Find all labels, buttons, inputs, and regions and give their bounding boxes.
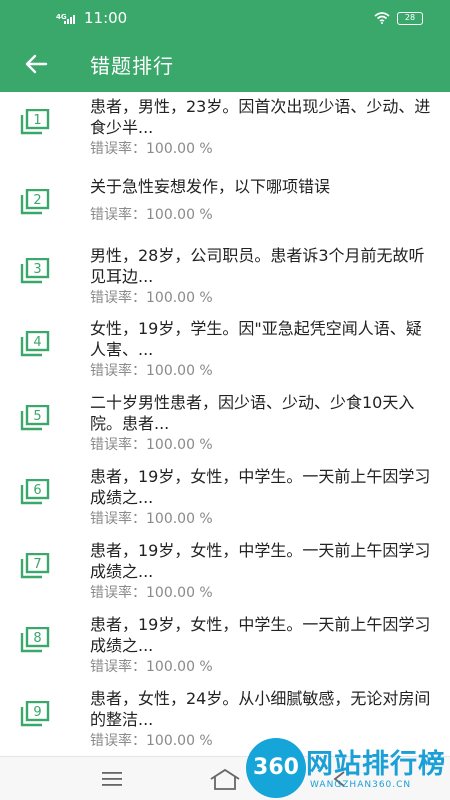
list-item[interactable]: 8 患者，19岁，女性，中学生。一天前上午因学习成绩之... 错误率：100.00 … [0,612,450,686]
item-number: 2 [33,193,41,208]
error-rate: 错误率：100.00 % [90,659,213,675]
signal-icon [64,15,75,24]
item-number: 7 [33,557,41,572]
list-item[interactable]: 1 患者，男性，23岁。因首次出现少语、少动、进食少半... 错误率：100.00 … [0,94,450,168]
watermark-logo: 360 网站排行榜 WANGZHAN360.CN [246,736,450,800]
item-number: 9 [33,705,41,720]
numbered-stack-icon: 4 [20,331,50,357]
error-rate: 错误率：100.00 % [90,585,213,601]
wifi-icon [374,12,390,24]
error-rate: 错误率：100.00 % [90,141,213,157]
error-rate: 错误率：100.00 % [90,207,213,223]
battery-indicator: 28 [397,12,423,25]
question-text: 患者，男性，23岁。因首次出现少语、少动、进食少半... [90,97,431,137]
numbered-stack-icon: 7 [20,553,50,579]
list-item[interactable]: 2 关于急性妄想发作，以下哪项错误 错误率：100.00 % [0,170,450,244]
numbered-stack-icon: 8 [20,627,50,653]
numbered-stack-icon: 2 [20,189,50,215]
wrong-question-list: 1 患者，男性，23岁。因首次出现少语、少动、进食少半... 错误率：100.00 … [0,92,450,756]
item-number: 8 [33,631,41,646]
error-rate: 错误率：100.00 % [90,733,213,749]
list-item[interactable]: 7 患者，19岁，女性，中学生。一天前上午因学习成绩之... 错误率：100.00 … [0,538,450,612]
home-icon[interactable] [208,767,242,791]
error-rate: 错误率：100.00 % [90,290,213,306]
list-item[interactable]: 4 女性，19岁，学生。因"亚急起凭空闻人语、疑人害、... 错误率：100.00 … [0,316,450,390]
list-item[interactable]: 6 患者，19岁，女性，中学生。一天前上午因学习成绩之... 错误率：100.00 … [0,464,450,538]
error-rate: 错误率：100.00 % [90,363,213,379]
watermark-url: WANGZHAN360.CN [310,780,412,790]
error-rate: 错误率：100.00 % [90,511,213,527]
question-text: 患者，女性，24岁。从小细腻敏感，无论对房间的整洁... [90,689,431,729]
item-number: 5 [33,409,41,424]
item-number: 4 [33,335,41,350]
error-rate: 错误率：100.00 % [90,437,213,453]
page-title: 错题排行 [90,54,174,78]
question-text: 患者，19岁，女性，中学生。一天前上午因学习成绩之... [90,541,431,581]
arrow-left-icon[interactable] [22,50,50,78]
question-text: 男性，28岁，公司职员。患者诉3个月前无故听见耳边... [90,246,425,286]
question-text: 患者，19岁，女性，中学生。一天前上午因学习成绩之... [90,615,431,655]
clock: 11:00 [84,9,128,27]
question-text: 女性，19岁，学生。因"亚急起凭空闻人语、疑人害、... [90,319,422,359]
watermark-text: 网站排行榜 [306,749,446,780]
list-item[interactable]: 5 二十岁男性患者，因少语、少动、少食10天入院。患者... 错误率：100.00 … [0,390,450,464]
numbered-stack-icon: 3 [20,258,50,284]
menu-icon[interactable] [100,770,126,788]
watermark-360-badge: 360 [246,738,306,798]
question-text: 患者，19岁，女性，中学生。一天前上午因学习成绩之... [90,467,431,507]
numbered-stack-icon: 1 [20,109,50,135]
item-number: 3 [33,262,41,277]
question-text: 关于急性妄想发作，以下哪项错误 [90,177,331,196]
question-text: 二十岁男性患者，因少语、少动、少食10天入院。患者... [90,393,415,433]
numbered-stack-icon: 5 [20,405,50,431]
numbered-stack-icon: 9 [20,701,50,727]
item-number: 6 [33,483,41,498]
app-bar: 错题排行 [0,36,450,92]
status-bar: 4G 11:00 28 [0,0,450,36]
list-item[interactable]: 3 男性，28岁，公司职员。患者诉3个月前无故听见耳边... 错误率：100.00 … [0,243,450,317]
item-number: 1 [33,113,41,128]
numbered-stack-icon: 6 [20,479,50,505]
